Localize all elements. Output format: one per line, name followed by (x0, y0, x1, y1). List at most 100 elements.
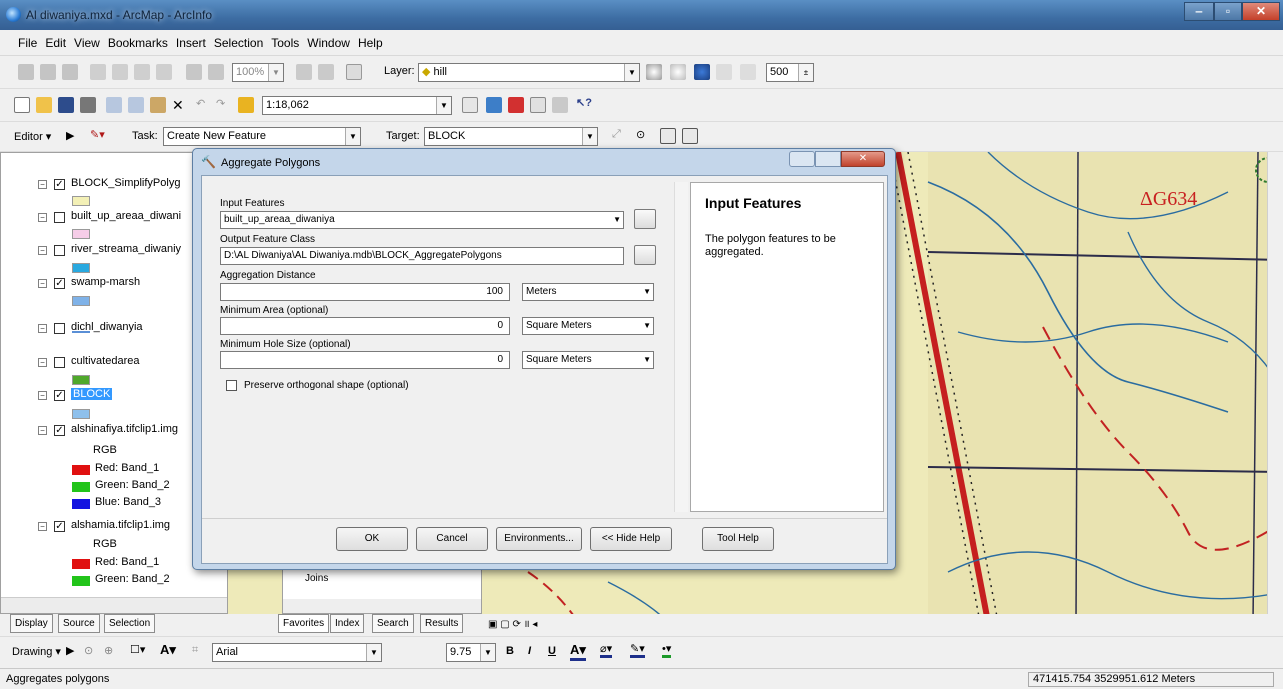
layer-visibility-checkbox[interactable] (54, 357, 65, 368)
target-combo[interactable]: BLOCK ▼ (424, 127, 598, 146)
delete-icon[interactable]: ✕ (172, 97, 184, 114)
view-buttons[interactable]: ▣ ▢ ⟳ ॥ ◂ (488, 616, 537, 630)
layout-icon[interactable] (156, 64, 172, 80)
expand-layer-icon[interactable]: − (38, 391, 47, 400)
expand-layer-icon[interactable]: − (38, 522, 47, 531)
hide-help-button[interactable]: << Hide Help (590, 527, 672, 551)
zoom-combo[interactable]: 100% ▼ (232, 63, 284, 82)
select-elements-icon[interactable]: ▶ (66, 644, 74, 657)
layer-name[interactable]: built_up_areaa_diwani (71, 210, 181, 222)
expand-layer-icon[interactable]: − (38, 324, 47, 333)
editor-toolbar-icon[interactable] (462, 97, 478, 113)
layer-visibility-checkbox[interactable] (54, 323, 65, 334)
aggregation-distance-field[interactable]: 100 (220, 283, 510, 301)
marker-color-icon[interactable]: •▾ (662, 642, 672, 658)
fixed-zoom-out-icon[interactable] (112, 64, 128, 80)
value-spinner[interactable]: 500 ± (766, 63, 814, 82)
menu-view[interactable]: View (70, 30, 104, 56)
underline-button[interactable]: U (548, 645, 556, 657)
environments-button[interactable]: Environments... (496, 527, 582, 551)
catalog-item-joins[interactable]: Joins (305, 573, 328, 584)
zoom-whole-page-icon[interactable]: ⊕ (104, 644, 113, 657)
tab-results[interactable]: Results (420, 614, 464, 633)
print-icon[interactable] (80, 97, 96, 113)
layer-visibility-checkbox[interactable]: ✓ (54, 278, 65, 289)
layer-visibility-checkbox[interactable]: ✓ (54, 521, 65, 532)
maximize-button[interactable]: ▫ (1214, 2, 1242, 21)
paste-icon[interactable] (150, 97, 166, 113)
menu-insert[interactable]: Insert (172, 30, 210, 56)
menu-help[interactable]: Help (354, 30, 387, 56)
copy-icon[interactable] (128, 97, 144, 113)
drawing-menu[interactable]: Drawing ▾ (12, 645, 61, 658)
minimum-hole-size-field[interactable]: 0 (220, 351, 510, 369)
attributes-icon[interactable] (660, 128, 676, 144)
grid-icon[interactable] (740, 64, 756, 80)
editor-menu[interactable]: Editor ▾ (14, 130, 51, 143)
brightness-icon[interactable] (670, 64, 686, 80)
layer-name[interactable]: swamp-marsh (71, 276, 140, 288)
dialog-minimize-button[interactable] (789, 151, 815, 167)
menu-file[interactable]: File (14, 30, 41, 56)
sketch-properties-icon[interactable] (682, 128, 698, 144)
menu-bookmarks[interactable]: Bookmarks (104, 30, 172, 56)
fixed-zoom-in-icon[interactable] (90, 64, 106, 80)
output-feature-class-field[interactable]: D:\AL Diwaniya\AL Diwaniya.mdb\BLOCK_Agg… (220, 247, 624, 265)
rotate-tool-icon[interactable]: ⊙ (636, 128, 645, 141)
split-tool-icon[interactable]: ⤢ (612, 128, 621, 141)
add-data-icon[interactable] (238, 97, 254, 113)
back-icon[interactable] (186, 64, 202, 80)
aggregation-distance-unit-select[interactable]: Meters ▼ (522, 283, 654, 301)
toolbox-icon[interactable] (508, 97, 524, 113)
toc-horizontal-scrollbar[interactable] (1, 597, 227, 613)
minimum-area-field[interactable]: 0 (220, 317, 510, 335)
callout-icon[interactable]: ⌗ (192, 644, 198, 657)
input-features-combo[interactable]: built_up_areaa_diwaniya ▼ (220, 211, 624, 229)
font-color-icon[interactable]: A▾ (570, 642, 586, 661)
layer-visibility-checkbox[interactable] (54, 212, 65, 223)
map-scale-combo[interactable]: 1:18,062 ▼ (262, 96, 452, 115)
edit-tool-icon[interactable]: ▶ (66, 129, 74, 142)
full-extent-icon[interactable] (134, 64, 150, 80)
tab-favorites[interactable]: Favorites (278, 614, 330, 633)
zoom-out-icon[interactable] (40, 64, 56, 80)
new-document-icon[interactable] (14, 97, 30, 113)
sketch-tool-icon[interactable]: ✎▾ (90, 128, 105, 141)
layer-name[interactable]: alshamia.tifclip1.img (71, 519, 170, 531)
page-icon[interactable] (296, 64, 312, 80)
layer-visibility-checkbox[interactable]: ✓ (54, 390, 65, 401)
layer-name[interactable]: alshinafiya.tifclip1.img (71, 423, 178, 435)
tool-help-button[interactable]: Tool Help (702, 527, 774, 551)
layer-visibility-checkbox[interactable]: ✓ (54, 179, 65, 190)
dialog-maximize-button[interactable] (815, 151, 841, 167)
preserve-orthogonal-checkbox[interactable] (226, 380, 237, 391)
transparency-icon[interactable] (694, 64, 710, 80)
layer-visibility-checkbox[interactable]: ✓ (54, 425, 65, 436)
page-icon-2[interactable] (318, 64, 334, 80)
expand-layer-icon[interactable]: − (38, 358, 47, 367)
menu-tools[interactable]: Tools (267, 30, 303, 56)
forward-icon[interactable] (208, 64, 224, 80)
close-button[interactable]: ✕ (1242, 2, 1280, 21)
tab-selection[interactable]: Selection (104, 614, 156, 633)
tab-index[interactable]: Index (330, 614, 365, 633)
ok-button[interactable]: OK (336, 527, 408, 551)
line-color-icon[interactable]: ✎▾ (630, 642, 645, 658)
text-icon[interactable]: A▾ (160, 642, 176, 658)
dialog-close-button[interactable]: ✕ (841, 151, 885, 167)
browse-input-folder-icon[interactable] (634, 209, 656, 229)
redo-icon[interactable]: ↷ (216, 97, 225, 110)
bold-button[interactable]: B (506, 645, 514, 657)
command-line-icon[interactable] (530, 97, 546, 113)
map-vertical-scrollbar[interactable] (1267, 152, 1283, 622)
fill-color-icon[interactable]: ⌀▾ (600, 642, 613, 658)
browse-output-folder-icon[interactable] (634, 245, 656, 265)
menu-window[interactable]: Window (303, 30, 354, 56)
layer-name[interactable]: river_streama_diwaniy (71, 243, 181, 255)
layer-name[interactable]: cultivatedarea (71, 355, 140, 367)
minimum-area-unit-select[interactable]: Square Meters ▼ (522, 317, 654, 335)
zoom-in-icon[interactable] (18, 64, 34, 80)
parameters-scrollbar[interactable] (674, 182, 688, 512)
expand-layer-icon[interactable]: − (38, 246, 47, 255)
pan-icon[interactable] (62, 64, 78, 80)
